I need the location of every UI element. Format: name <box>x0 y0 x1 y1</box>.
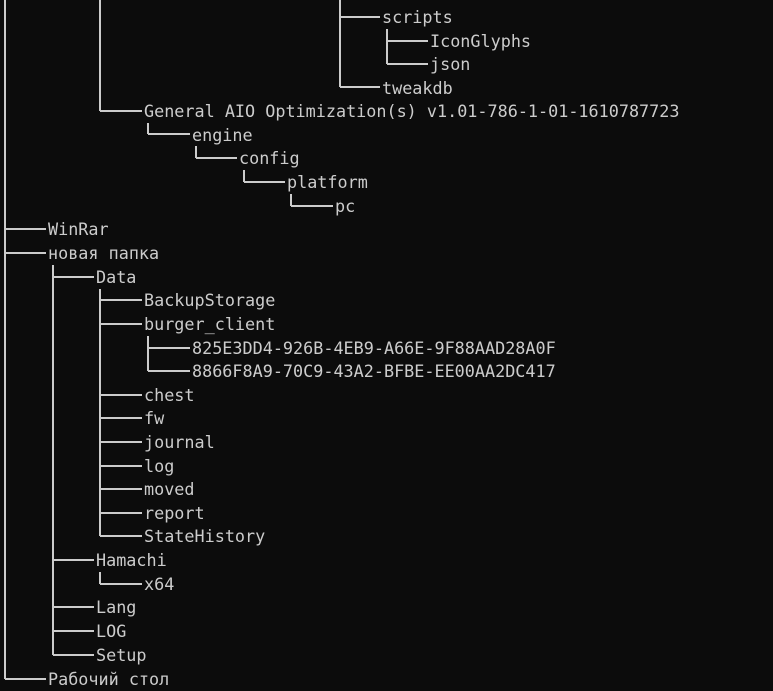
folder-general-aio-optimization: General AIO Optimization(s) v1.01-786-1-… <box>144 101 680 121</box>
folder-winrar: WinRar <box>48 219 109 239</box>
folder-platform: platform <box>287 172 368 192</box>
folder-guid-1: 825E3DD4-926B-4EB9-A66E-9F88AAD28A0F <box>192 338 556 358</box>
folder-pc: pc <box>335 196 356 216</box>
console-window: scripts IconGlyphs json tweakdb General … <box>0 0 773 691</box>
folder-desktop: Рабочий стол <box>48 669 170 689</box>
folder-log: log <box>144 456 175 476</box>
folder-engine: engine <box>192 125 253 145</box>
folder-report: report <box>144 503 205 523</box>
folder-config: config <box>239 148 300 168</box>
folder-data: Data <box>96 267 137 287</box>
folder-json: json <box>430 54 471 74</box>
folder-backupstorage: BackupStorage <box>144 290 276 310</box>
folder-lang: Lang <box>96 597 137 617</box>
folder-x64: x64 <box>144 574 175 594</box>
folder-guid-2: 8866F8A9-70C9-43A2-BFBE-EE00AA2DC417 <box>192 361 556 381</box>
folder-log-upper: LOG <box>96 621 127 641</box>
folder-chest: chest <box>144 385 195 405</box>
folder-hamachi: Hamachi <box>96 550 167 570</box>
folder-burger-client: burger_client <box>144 314 276 334</box>
folder-setup: Setup <box>96 645 147 665</box>
folder-statehistory: StateHistory <box>144 526 266 546</box>
folder-tweakdb: tweakdb <box>382 78 453 98</box>
folder-moved: moved <box>144 479 195 499</box>
folder-iconglyphs: IconGlyphs <box>430 31 532 51</box>
folder-fw: fw <box>144 408 165 428</box>
folder-new-folder: новая папка <box>48 243 160 263</box>
folder-scripts: scripts <box>382 7 453 27</box>
folder-journal: journal <box>144 432 215 452</box>
